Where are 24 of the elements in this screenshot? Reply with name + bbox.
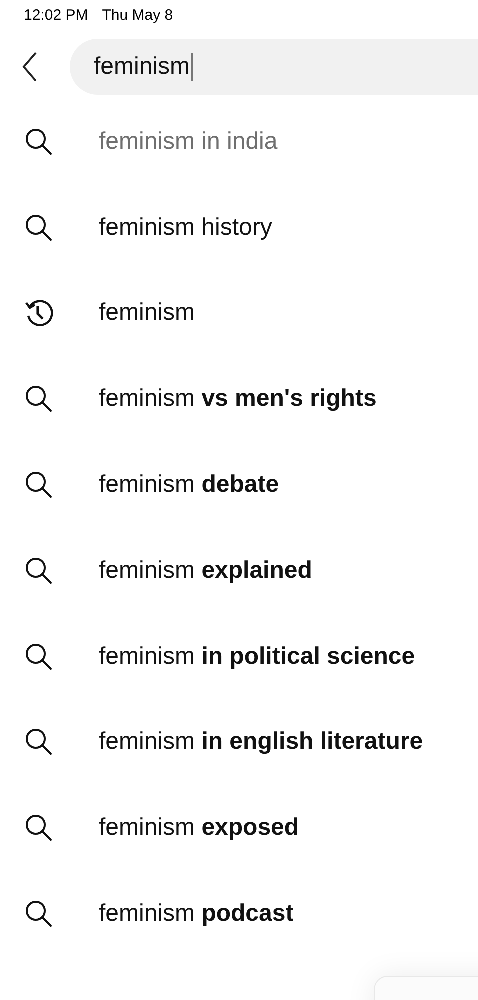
search-icon	[24, 126, 54, 157]
suggestion-link[interactable]: feminism in india	[99, 128, 278, 156]
suggestion-link[interactable]: feminism history	[99, 214, 272, 242]
suggestion-link[interactable]: feminism explained	[99, 556, 312, 585]
history-icon	[24, 297, 56, 330]
search-icon	[24, 642, 54, 672]
search-icon	[24, 556, 54, 586]
suggestion-link[interactable]: feminism	[99, 299, 196, 328]
search-field[interactable]: feminism	[70, 39, 478, 95]
search-icon	[24, 470, 54, 500]
suggestion-link[interactable]: feminism in political science	[99, 642, 416, 671]
search-icon	[24, 899, 54, 930]
search-icon	[24, 727, 54, 758]
suggestion-link[interactable]: feminism vs men's rights	[99, 385, 377, 414]
search-icon	[24, 813, 54, 844]
status-date: Thu May 8	[102, 7, 174, 26]
search-icon	[24, 384, 54, 414]
suggestion-link[interactable]: feminism podcast	[99, 900, 294, 928]
status-time: 12:02 PM	[24, 7, 88, 26]
suggestion-link[interactable]: feminism debate	[99, 471, 280, 500]
suggestion-link[interactable]: feminism exposed	[99, 814, 300, 842]
back-icon	[22, 52, 38, 82]
suggestion-link[interactable]: feminism in english literature	[99, 728, 424, 756]
search-icon	[24, 212, 54, 243]
